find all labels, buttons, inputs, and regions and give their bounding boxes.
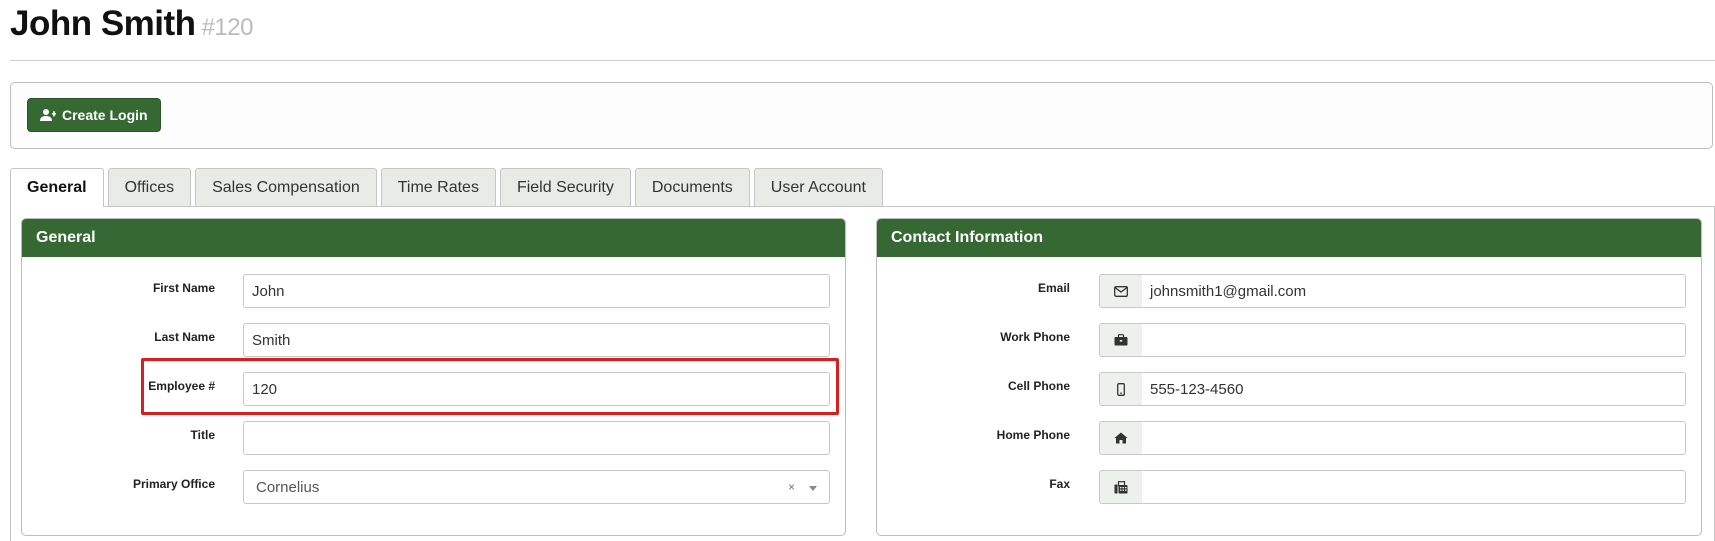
contact-panel-heading: Contact Information	[877, 219, 1701, 257]
primary-office-value: Cornelius	[256, 478, 320, 496]
cell-phone-row: Cell Phone 555-123-4560	[877, 372, 1701, 406]
tab-time-rates[interactable]: Time Rates	[380, 168, 496, 206]
page-header: John Smith #120	[10, 0, 1715, 60]
employee-id-badge: #120	[201, 14, 254, 41]
tab-user-account[interactable]: User Account	[753, 168, 883, 206]
employee-number-label: Employee #	[148, 379, 215, 393]
general-panel: General First Name John Last Name Smith …	[21, 218, 846, 536]
cell-phone-label: Cell Phone	[1007, 379, 1070, 393]
page-title: John Smith #120	[10, 4, 253, 44]
contact-panel: Contact Information Email johnsmith1@gma…	[876, 218, 1702, 536]
work-phone-input[interactable]	[1142, 323, 1686, 357]
email-row: Email johnsmith1@gmail.com	[877, 274, 1701, 308]
envelope-icon	[1099, 274, 1143, 308]
home-icon	[1099, 421, 1143, 455]
employee-number-input[interactable]: 120	[243, 372, 830, 406]
clear-selection-icon[interactable]: ×	[788, 480, 795, 494]
user-plus-icon	[40, 108, 56, 122]
tab-sales-compensation[interactable]: Sales Compensation	[195, 168, 377, 206]
last-name-label: Last Name	[154, 330, 215, 344]
action-panel: Create Login	[10, 82, 1713, 149]
chevron-down-icon[interactable]	[809, 486, 817, 491]
primary-office-select[interactable]: Cornelius ×	[243, 470, 830, 504]
tab-offices[interactable]: Offices	[107, 168, 192, 206]
work-phone-label: Work Phone	[1000, 330, 1070, 344]
tab-bar: General Offices Sales Compensation Time …	[10, 168, 883, 207]
home-phone-row: Home Phone	[877, 421, 1701, 455]
mobile-phone-icon	[1099, 372, 1143, 406]
briefcase-icon	[1099, 323, 1143, 357]
title-row: Title	[22, 421, 845, 455]
primary-office-row: Primary Office Cornelius ×	[22, 470, 845, 504]
employee-number-row: Employee # 120	[22, 372, 845, 406]
tab-field-security[interactable]: Field Security	[499, 168, 631, 206]
first-name-row: First Name John	[22, 274, 845, 308]
tab-general[interactable]: General	[10, 168, 104, 207]
cell-phone-input[interactable]: 555-123-4560	[1142, 372, 1686, 406]
last-name-input[interactable]: Smith	[243, 323, 830, 357]
last-name-row: Last Name Smith	[22, 323, 845, 357]
home-phone-label: Home Phone	[996, 428, 1070, 442]
fax-label: Fax	[1049, 477, 1070, 491]
email-input[interactable]: johnsmith1@gmail.com	[1142, 274, 1686, 308]
title-input[interactable]	[243, 421, 830, 455]
create-login-button[interactable]: Create Login	[27, 98, 161, 132]
create-login-label: Create Login	[62, 107, 148, 123]
home-phone-input[interactable]	[1142, 421, 1686, 455]
first-name-input[interactable]: John	[243, 274, 830, 308]
fax-input[interactable]	[1142, 470, 1686, 504]
general-panel-heading: General	[22, 219, 845, 257]
header-divider	[10, 60, 1715, 61]
primary-office-label: Primary Office	[132, 477, 215, 491]
title-label: Title	[190, 428, 215, 442]
email-label: Email	[1037, 281, 1070, 295]
first-name-label: First Name	[152, 281, 215, 295]
fax-icon	[1099, 470, 1143, 504]
fax-row: Fax	[877, 470, 1701, 504]
employee-name: John Smith	[10, 4, 196, 43]
tab-documents[interactable]: Documents	[634, 168, 750, 206]
work-phone-row: Work Phone	[877, 323, 1701, 357]
